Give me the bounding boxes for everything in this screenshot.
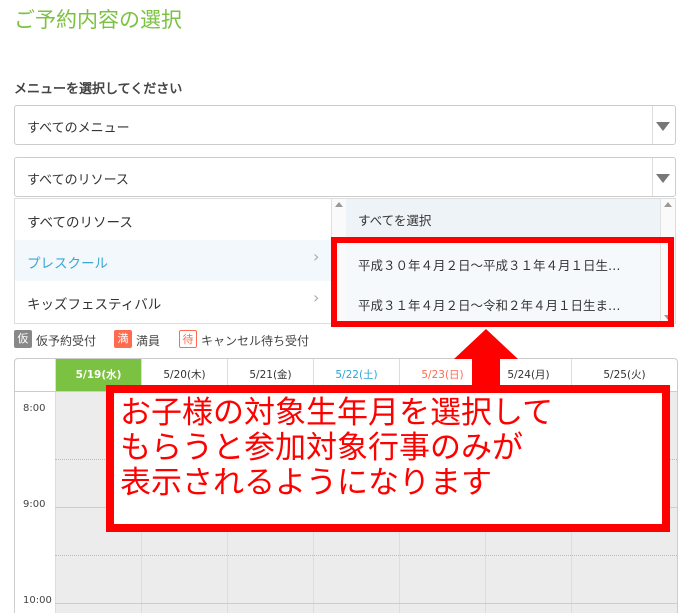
scroll-up-icon xyxy=(664,202,672,207)
callout-line: お子様の対象生年月を選択して xyxy=(120,395,554,431)
dropdown-item-preschool[interactable]: プレスクール › xyxy=(15,240,331,281)
dropdown-category-list: すべてのリソース プレスクール › キッズフェスティバル › xyxy=(15,199,331,323)
annotation-callout-text: お子様の対象生年月を選択して もらうと参加対象行事のみが 表示されるようになりま… xyxy=(120,396,660,501)
dropdown-option-select-all[interactable]: すべてを選択 xyxy=(346,199,662,237)
menu-select[interactable]: すべてのメニュー xyxy=(14,105,676,145)
chevron-down-icon xyxy=(656,122,670,131)
chevron-right-icon: › xyxy=(313,288,320,307)
dropdown-item-label: キッズフェスティバル xyxy=(27,297,162,313)
legend-label: 仮予約受付 xyxy=(36,334,97,348)
menu-select-value: すべてのメニュー xyxy=(27,121,130,136)
menu-select-toggle[interactable] xyxy=(652,106,675,144)
hour-line xyxy=(55,603,677,604)
legend-label: キャンセル待ち受付 xyxy=(201,334,310,348)
time-label: 9:00 xyxy=(23,499,46,510)
dropdown-item-label: すべてのリソース xyxy=(27,215,133,231)
resource-select-value: すべてのリソース xyxy=(27,173,129,188)
page-title: ご予約内容の選択 xyxy=(14,8,182,32)
dropdown-item-label: プレスクール xyxy=(27,256,108,272)
time-label: 8:00 xyxy=(23,403,46,414)
annotation-highlight-box xyxy=(331,237,674,327)
tentative-badge: 仮 xyxy=(14,330,32,348)
menu-label: メニューを選択してください xyxy=(14,82,183,97)
dropdown-option-label: すべてを選択 xyxy=(358,213,432,228)
waitlist-badge: 待 xyxy=(179,330,197,348)
dropdown-item-all-resources[interactable]: すべてのリソース xyxy=(15,199,331,240)
resource-select[interactable]: すべてのリソース xyxy=(14,157,676,197)
time-label: 10:00 xyxy=(23,595,52,606)
resource-select-toggle[interactable] xyxy=(652,158,675,196)
callout-line: 表示されるようになります xyxy=(120,465,492,501)
callout-line: もらうと参加対象行事のみが xyxy=(120,430,523,466)
chevron-right-icon: › xyxy=(313,247,320,266)
chevron-down-icon xyxy=(656,174,670,183)
scroll-up-icon xyxy=(335,202,343,207)
legend-label: 満員 xyxy=(136,334,161,348)
arrow-up-icon xyxy=(454,329,518,359)
dropdown-item-kids-festival[interactable]: キッズフェスティバル › xyxy=(15,281,331,322)
full-badge: 満 xyxy=(114,330,132,348)
half-hour-line xyxy=(55,555,677,556)
